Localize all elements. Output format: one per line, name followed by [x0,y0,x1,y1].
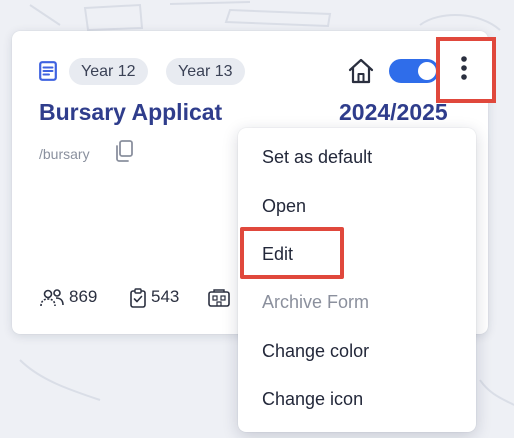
home-icon[interactable] [346,56,376,86]
form-title-text: Bursary Applicat [39,99,223,125]
more-vertical-icon [461,56,467,80]
menu-item-change-color[interactable]: Change color [262,336,369,366]
copy-icon[interactable] [113,139,135,163]
menu-item-set-as-default[interactable]: Set as default [262,142,372,172]
users-count: 869 [39,286,119,310]
submissions-count: 543 [129,286,195,310]
clipboard-check-icon [130,288,146,308]
users-count-value: 869 [69,287,98,306]
document-icon [39,61,57,81]
tag-year-13: Year 13 [166,58,245,85]
menu-item-open[interactable]: Open [262,191,306,221]
menu-item-change-icon[interactable]: Change icon [262,384,363,414]
menu-item-archive-form[interactable]: Archive Form [262,287,369,317]
active-toggle[interactable] [389,59,439,83]
context-menu: Set as default Open Edit Archive Form Ch… [238,128,476,432]
form-title-year: 2024/2025 [339,99,448,125]
form-slug: /bursary [39,146,90,162]
more-options-button[interactable] [436,37,496,103]
organisation-stat [207,286,233,310]
tag-year-12: Year 12 [69,58,148,85]
toggle-knob [418,62,436,80]
edit-highlight-box [240,227,344,279]
submissions-count-value: 543 [151,287,180,306]
building-icon [208,289,230,307]
users-icon [40,289,64,307]
